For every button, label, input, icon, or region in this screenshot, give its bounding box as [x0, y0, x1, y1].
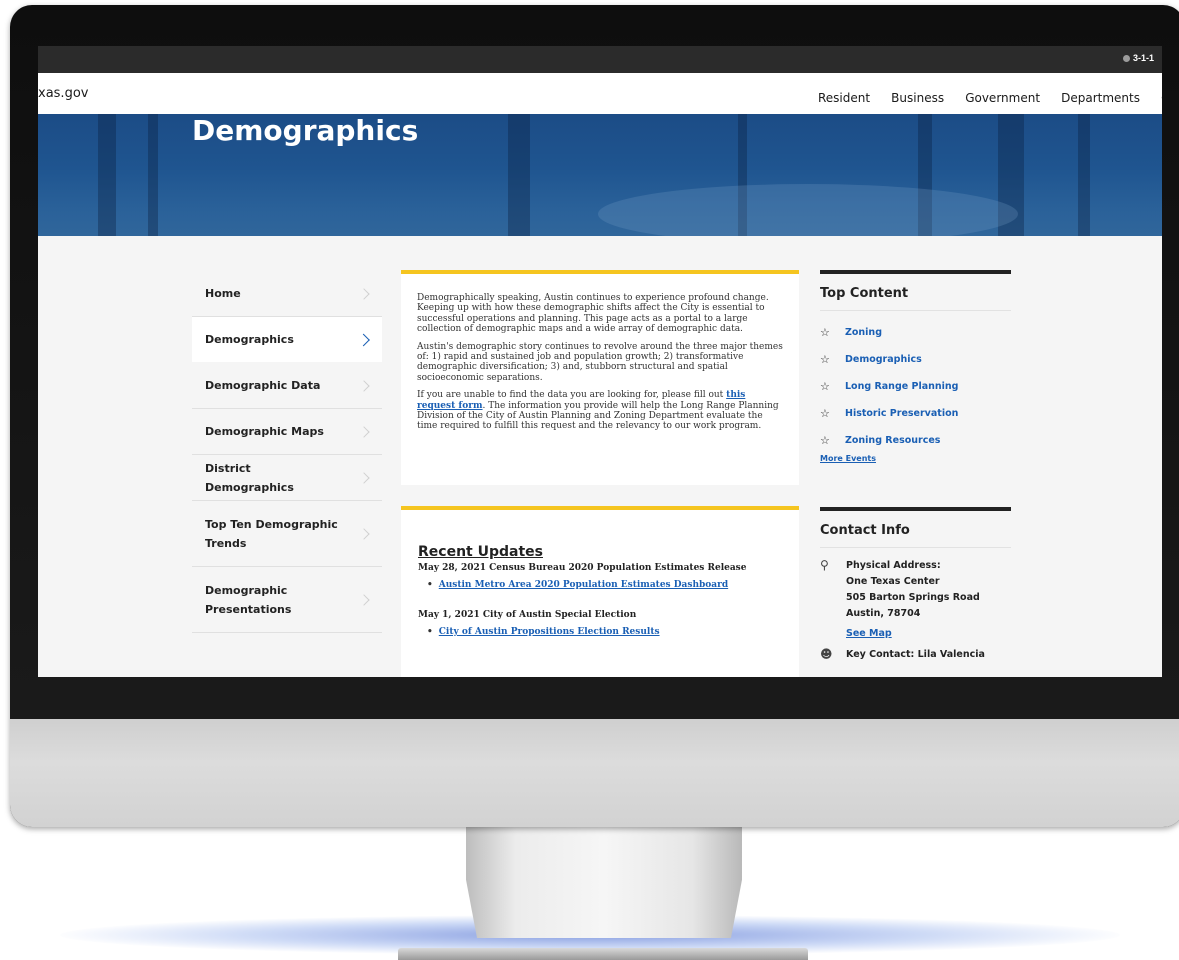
- sidebar-item-top-ten-trends[interactable]: Top Ten Demographic Trends: [192, 501, 382, 567]
- top-content-item[interactable]: ☆ Zoning Resources: [820, 427, 1011, 454]
- hero-tree: [508, 114, 530, 236]
- chevron-right-icon: [358, 593, 370, 606]
- chevron-right-icon: [358, 287, 370, 300]
- nav-departments[interactable]: Departments: [1061, 91, 1140, 105]
- recent-updates-card: Recent Updates May 28, 2021 Census Burea…: [401, 506, 799, 677]
- sidebar-item-demographic-maps[interactable]: Demographic Maps: [192, 409, 382, 455]
- star-icon: ☆: [820, 353, 830, 366]
- phone-icon: [1122, 55, 1130, 62]
- sidebar-item-home[interactable]: Home: [192, 271, 382, 317]
- location-pin-icon: ⚲: [820, 558, 829, 572]
- update-date: May 28, 2021 Census Bureau 2020 Populati…: [418, 563, 747, 573]
- 311-link[interactable]: 3-1-1: [1122, 53, 1154, 63]
- hero-tree: [148, 114, 158, 236]
- top-content: Top Content ☆ Zoning ☆ Demographics ☆ Long …: [820, 270, 1011, 463]
- update-date: May 1, 2021 City of Austin Special Elect…: [418, 610, 637, 620]
- hero-path: [598, 184, 1018, 236]
- star-icon: ☆: [820, 380, 830, 393]
- nav-resident[interactable]: Resident: [818, 91, 870, 105]
- hero-banner: Demographics: [38, 114, 1162, 236]
- update-link[interactable]: Austin Metro Area 2020 Population Estima…: [427, 580, 799, 590]
- chevron-right-icon: [358, 527, 370, 540]
- see-map-link[interactable]: See Map: [846, 628, 1011, 639]
- chevron-right-icon: [358, 379, 370, 392]
- nav-more[interactable]: Co: [1161, 91, 1162, 105]
- chevron-right-icon: [358, 471, 370, 484]
- sidebar-item-presentations[interactable]: Demographic Presentations: [192, 567, 382, 633]
- intro-paragraph: If you are unable to find the data you a…: [417, 390, 779, 432]
- hero-tree: [1078, 114, 1090, 236]
- monitor-stand: [466, 826, 742, 938]
- contact-info: Contact Info ⚲ Physical Address: One Tex…: [820, 507, 1011, 663]
- nav-government[interactable]: Government: [965, 91, 1040, 105]
- chevron-right-icon: [357, 333, 370, 346]
- monitor-stand-base: [398, 948, 808, 960]
- star-icon: ☆: [820, 326, 830, 339]
- address-line: 505 Barton Springs Road: [846, 592, 980, 603]
- utility-bar: 3-1-1: [38, 46, 1162, 73]
- key-contact: Key Contact: Lila Valencia: [846, 649, 985, 660]
- star-icon: ☆: [820, 407, 830, 420]
- browser-viewport: 3-1-1 xas.gov Resident Business Governme…: [38, 46, 1162, 677]
- side-navigation: Home Demographics Demographic Data Demog…: [192, 271, 382, 633]
- chevron-right-icon: [358, 425, 370, 438]
- top-content-item[interactable]: ☆ Long Range Planning: [820, 373, 1011, 400]
- star-icon: ☆: [820, 434, 830, 447]
- top-content-title: Top Content: [820, 286, 1011, 311]
- sidebar-item-district-demographics[interactable]: District Demographics: [192, 455, 382, 501]
- person-icon: ☻: [820, 647, 833, 661]
- hero-tree: [98, 114, 116, 236]
- main-nav: Resident Business Government Departments…: [818, 87, 1162, 106]
- nav-business[interactable]: Business: [891, 91, 944, 105]
- address-line: Austin, 78704: [846, 608, 921, 619]
- sidebar-item-demographic-data[interactable]: Demographic Data: [192, 363, 382, 409]
- address-label: Physical Address:: [846, 560, 941, 571]
- address-line: One Texas Center: [846, 576, 940, 587]
- contact-info-title: Contact Info: [820, 523, 1011, 548]
- more-events-link[interactable]: More Events: [820, 454, 1011, 463]
- sidebar-item-demographics[interactable]: Demographics: [192, 317, 382, 363]
- site-header: xas.gov Resident Business Government Dep…: [38, 73, 1162, 114]
- page-title: Demographics: [192, 114, 419, 147]
- site-logo[interactable]: xas.gov: [38, 86, 88, 101]
- recent-updates-title: Recent Updates: [418, 544, 543, 560]
- intro-card: Demographically speaking, Austin continu…: [401, 270, 799, 485]
- update-link[interactable]: City of Austin Propositions Election Res…: [427, 627, 799, 637]
- intro-paragraph: Demographically speaking, Austin continu…: [417, 293, 769, 335]
- intro-paragraph: Austin's demographic story continues to …: [417, 341, 783, 383]
- top-content-item[interactable]: ☆ Demographics: [820, 346, 1011, 373]
- top-content-item[interactable]: ☆ Zoning: [820, 319, 1011, 346]
- top-content-item[interactable]: ☆ Historic Preservation: [820, 400, 1011, 427]
- monitor-chin: [10, 719, 1179, 827]
